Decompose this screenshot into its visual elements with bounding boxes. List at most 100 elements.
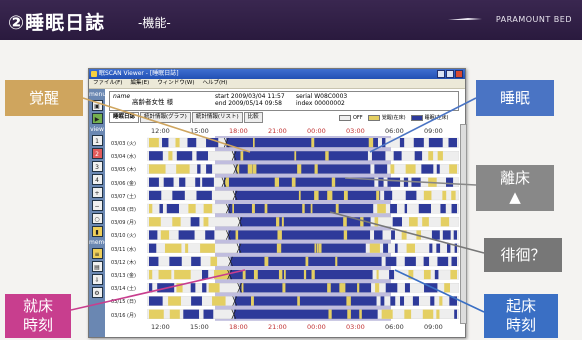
activity-bar xyxy=(206,164,213,174)
awake-mark xyxy=(343,230,348,240)
sleep-bar xyxy=(239,283,372,293)
time-label-bottom: 09:00 xyxy=(424,323,443,331)
callout-awake: 覚醒 xyxy=(5,80,83,116)
menu-button[interactable]: ▣ xyxy=(91,100,103,111)
activity-bar xyxy=(439,296,443,306)
close-button[interactable] xyxy=(455,70,463,78)
print-icon[interactable]: ▤ xyxy=(91,261,103,272)
activity-bar xyxy=(381,138,386,148)
activity-bar xyxy=(434,270,439,280)
awake-mark xyxy=(253,270,258,280)
sleep-bar xyxy=(223,177,375,187)
activity-bar xyxy=(158,270,172,280)
tab-stats-graph[interactable]: 統計情報(グラフ) xyxy=(140,112,191,123)
activity-bar xyxy=(424,283,438,293)
time-label-bottom: 00:00 xyxy=(307,323,326,331)
activity-bar xyxy=(440,204,446,214)
view-4-button[interactable]: 4 xyxy=(91,174,103,185)
search-icon[interactable]: ○ xyxy=(91,213,103,224)
time-label-bottom: 06:00 xyxy=(385,323,404,331)
zoom-in-icon[interactable]: + xyxy=(91,187,103,198)
activity-bar xyxy=(436,243,441,253)
activity-bar xyxy=(196,151,209,161)
activity-bar xyxy=(381,309,393,319)
awake-mark xyxy=(357,283,360,293)
tab-compare[interactable]: 比較 xyxy=(243,112,263,123)
activity-bar xyxy=(374,164,388,174)
zoom-out-icon[interactable]: − xyxy=(91,200,103,211)
view-2-button[interactable]: 2 xyxy=(91,148,103,159)
name-label: name xyxy=(113,93,131,100)
legend-sleep: 睡眠(在床) xyxy=(410,114,449,121)
date-label: 03/04 (水) xyxy=(111,154,136,161)
activity-bar xyxy=(437,256,449,266)
activity-bar xyxy=(451,190,456,200)
activity-bar xyxy=(149,243,157,253)
activity-bar xyxy=(187,138,197,148)
callout-leave-bed: 離床 ▲ xyxy=(476,165,554,211)
activity-bar xyxy=(404,256,416,266)
activity-bar xyxy=(203,217,209,227)
time-label-bottom: 18:00 xyxy=(229,323,248,331)
tab-sleep-diary[interactable]: 睡眠日誌 xyxy=(109,112,140,123)
legend-off: OFF xyxy=(339,114,363,121)
sleep-bar xyxy=(238,243,366,253)
awake-mark xyxy=(247,164,253,174)
activity-bar xyxy=(414,151,423,161)
activity-bar xyxy=(377,204,386,214)
awake-mark xyxy=(360,217,364,227)
view-1-button[interactable]: 1 xyxy=(91,135,103,146)
activity-bar xyxy=(411,177,421,187)
awake-mark xyxy=(335,256,338,266)
menu-edit[interactable]: 編集(E) xyxy=(130,79,149,88)
tab-stats-list[interactable]: 統計情報(リスト) xyxy=(191,112,243,123)
activity-bar xyxy=(450,270,457,280)
awake-mark xyxy=(297,164,302,174)
activity-bar xyxy=(404,204,408,214)
settings-icon[interactable]: ⚙ xyxy=(91,287,103,298)
activity-bar xyxy=(451,256,457,266)
activity-bar xyxy=(448,138,457,148)
activity-bar xyxy=(412,296,419,306)
activity-bar xyxy=(390,164,395,174)
date-label: 03/03 (火) xyxy=(111,141,136,147)
activity-bar xyxy=(447,243,451,253)
activity-bar xyxy=(401,230,407,240)
awake-mark xyxy=(264,204,268,214)
callout-leave-bed-text: 離床 xyxy=(499,169,530,188)
legend-awake: 覚醒(在床) xyxy=(367,114,406,121)
graph-icon[interactable]: ▮ xyxy=(91,226,103,237)
load-button[interactable]: ▶ xyxy=(91,113,103,124)
activity-bar xyxy=(163,177,174,187)
awake-mark xyxy=(232,204,234,214)
activity-bar xyxy=(374,230,383,240)
memo-icon[interactable]: ≡ xyxy=(91,248,103,259)
activity-bar xyxy=(428,151,434,161)
activity-bar xyxy=(451,204,457,214)
activity-bar xyxy=(149,217,161,227)
vertical-scrollbar[interactable] xyxy=(460,124,467,324)
awake-mark xyxy=(376,190,380,200)
activity-bar xyxy=(421,164,434,174)
awake-mark xyxy=(276,217,280,227)
view-3-button[interactable]: 3 xyxy=(91,161,103,172)
activity-bar xyxy=(375,283,380,293)
activity-bar xyxy=(413,138,424,148)
awake-mark xyxy=(276,243,282,253)
night-band xyxy=(215,136,391,321)
export-icon[interactable]: ⇩ xyxy=(91,274,103,285)
time-label: 21:00 xyxy=(268,127,287,135)
activity-bar xyxy=(157,283,175,293)
activity-bar xyxy=(149,164,166,174)
maximize-button[interactable] xyxy=(446,70,454,78)
activity-bar xyxy=(149,138,159,148)
activity-bar xyxy=(385,283,398,293)
patient-info: name 高齢者女性 様 start 2009/03/04 11:57 end … xyxy=(109,91,459,111)
menu-file[interactable]: ファイル(F) xyxy=(93,79,122,88)
minimize-button[interactable] xyxy=(437,70,445,78)
activity-bar xyxy=(149,283,153,293)
menu-help[interactable]: ヘルプ(H) xyxy=(202,79,227,88)
menu-window[interactable]: ウィンドウ(W) xyxy=(157,79,194,88)
activity-bar xyxy=(191,256,201,266)
index-number: index 00000002 xyxy=(296,100,345,107)
